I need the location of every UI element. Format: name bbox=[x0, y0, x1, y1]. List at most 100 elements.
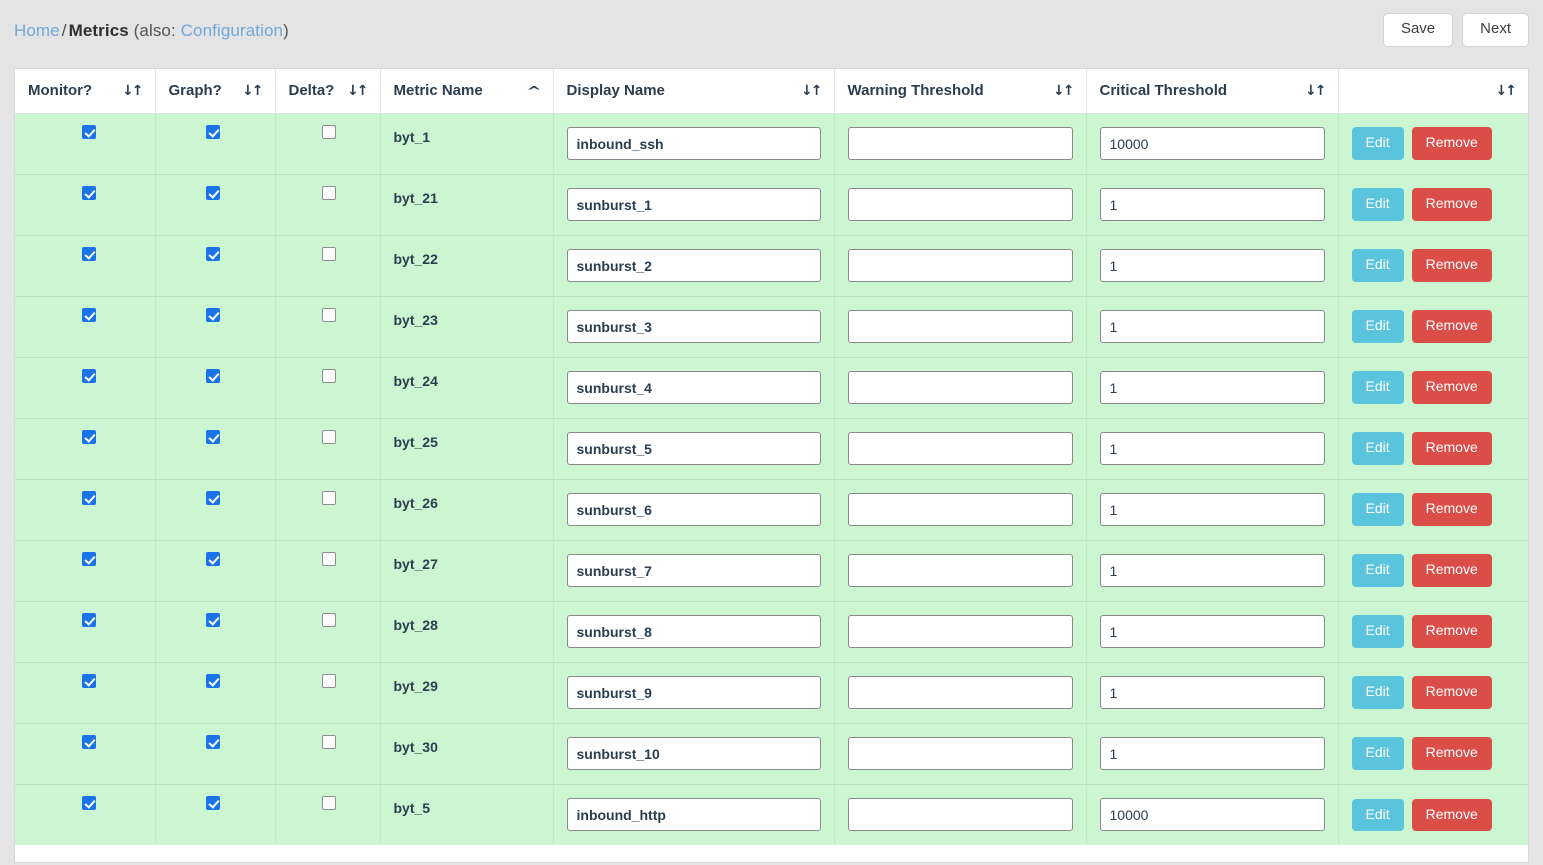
delta-checkbox[interactable] bbox=[321, 124, 336, 139]
delta-checkbox[interactable] bbox=[321, 307, 336, 322]
monitor-checkbox[interactable] bbox=[82, 612, 96, 627]
column-header-metric-name[interactable]: Metric Name ^ bbox=[380, 69, 554, 114]
critical-threshold-input[interactable] bbox=[1099, 432, 1325, 465]
critical-threshold-input[interactable] bbox=[1099, 554, 1325, 587]
edit-button[interactable]: Edit bbox=[1351, 676, 1404, 709]
warning-threshold-input[interactable] bbox=[847, 310, 1073, 343]
column-header-actions[interactable]: ↓↑ bbox=[1338, 69, 1528, 114]
warning-threshold-input[interactable] bbox=[847, 554, 1073, 587]
remove-button[interactable]: Remove bbox=[1411, 127, 1492, 160]
column-header-display-name[interactable]: Display Name ↓↑ bbox=[553, 69, 835, 114]
edit-button[interactable]: Edit bbox=[1351, 249, 1404, 282]
critical-threshold-input[interactable] bbox=[1099, 188, 1325, 221]
graph-checkbox[interactable] bbox=[205, 429, 220, 444]
remove-button[interactable]: Remove bbox=[1411, 249, 1492, 282]
edit-button[interactable]: Edit bbox=[1351, 432, 1404, 465]
delta-checkbox[interactable] bbox=[321, 673, 336, 688]
monitor-checkbox[interactable] bbox=[82, 246, 96, 261]
graph-checkbox[interactable] bbox=[205, 307, 220, 322]
sort-icon[interactable]: ↓↑ bbox=[801, 84, 823, 98]
column-header-warning-threshold[interactable]: Warning Threshold ↓↑ bbox=[834, 69, 1087, 114]
remove-button[interactable]: Remove bbox=[1411, 188, 1492, 221]
remove-button[interactable]: Remove bbox=[1411, 371, 1492, 404]
save-button[interactable]: Save bbox=[1382, 13, 1454, 47]
warning-threshold-input[interactable] bbox=[847, 676, 1073, 709]
graph-checkbox[interactable] bbox=[205, 368, 220, 383]
breadcrumb-link-home[interactable]: Home bbox=[14, 21, 60, 40]
next-button[interactable]: Next bbox=[1462, 13, 1529, 47]
remove-button[interactable]: Remove bbox=[1411, 493, 1492, 526]
edit-button[interactable]: Edit bbox=[1351, 798, 1404, 831]
delta-checkbox[interactable] bbox=[321, 429, 336, 444]
graph-checkbox[interactable] bbox=[205, 124, 220, 139]
graph-checkbox[interactable] bbox=[205, 246, 220, 261]
sort-icon[interactable]: ↓↑ bbox=[347, 84, 369, 98]
critical-threshold-input[interactable] bbox=[1099, 615, 1325, 648]
remove-button[interactable]: Remove bbox=[1411, 310, 1492, 343]
delta-checkbox[interactable] bbox=[321, 490, 336, 505]
remove-button[interactable]: Remove bbox=[1411, 676, 1492, 709]
remove-button[interactable]: Remove bbox=[1411, 554, 1492, 587]
sort-icon[interactable]: ↓↑ bbox=[122, 84, 144, 98]
display-name-input[interactable] bbox=[566, 127, 821, 160]
delta-checkbox[interactable] bbox=[321, 551, 336, 566]
remove-button[interactable]: Remove bbox=[1411, 432, 1492, 465]
graph-checkbox[interactable] bbox=[205, 795, 220, 810]
monitor-checkbox[interactable] bbox=[82, 368, 96, 383]
monitor-checkbox[interactable] bbox=[82, 551, 96, 566]
monitor-checkbox[interactable] bbox=[82, 734, 96, 749]
display-name-input[interactable] bbox=[566, 798, 821, 832]
critical-threshold-input[interactable] bbox=[1099, 798, 1325, 832]
critical-threshold-input[interactable] bbox=[1099, 310, 1325, 343]
delta-checkbox[interactable] bbox=[321, 795, 336, 810]
critical-threshold-input[interactable] bbox=[1099, 127, 1325, 160]
warning-threshold-input[interactable] bbox=[847, 737, 1073, 770]
edit-button[interactable]: Edit bbox=[1351, 188, 1404, 221]
warning-threshold-input[interactable] bbox=[847, 798, 1073, 832]
display-name-input[interactable] bbox=[566, 554, 821, 587]
display-name-input[interactable] bbox=[566, 676, 821, 709]
column-header-critical-threshold[interactable]: Critical Threshold ↓↑ bbox=[1086, 69, 1339, 114]
warning-threshold-input[interactable] bbox=[847, 249, 1073, 282]
breadcrumb-link-configuration[interactable]: Configuration bbox=[181, 21, 283, 40]
delta-checkbox[interactable] bbox=[321, 368, 336, 383]
column-header-graph[interactable]: Graph? ↓↑ bbox=[155, 69, 276, 114]
monitor-checkbox[interactable] bbox=[82, 429, 96, 444]
sort-icon[interactable]: ↓↑ bbox=[1496, 84, 1518, 98]
delta-checkbox[interactable] bbox=[321, 612, 336, 627]
edit-button[interactable]: Edit bbox=[1351, 493, 1404, 526]
display-name-input[interactable] bbox=[566, 188, 821, 221]
delta-checkbox[interactable] bbox=[321, 734, 336, 749]
display-name-input[interactable] bbox=[566, 737, 821, 770]
critical-threshold-input[interactable] bbox=[1099, 676, 1325, 709]
graph-checkbox[interactable] bbox=[205, 185, 220, 200]
column-header-delta[interactable]: Delta? ↓↑ bbox=[275, 69, 381, 114]
critical-threshold-input[interactable] bbox=[1099, 371, 1325, 404]
display-name-input[interactable] bbox=[566, 432, 821, 465]
warning-threshold-input[interactable] bbox=[847, 615, 1073, 648]
graph-checkbox[interactable] bbox=[205, 673, 220, 688]
sort-icon[interactable]: ↓↑ bbox=[1305, 84, 1327, 98]
warning-threshold-input[interactable] bbox=[847, 493, 1073, 526]
graph-checkbox[interactable] bbox=[205, 490, 220, 505]
warning-threshold-input[interactable] bbox=[847, 127, 1073, 160]
critical-threshold-input[interactable] bbox=[1099, 493, 1325, 526]
display-name-input[interactable] bbox=[566, 615, 821, 648]
display-name-input[interactable] bbox=[566, 249, 821, 282]
critical-threshold-input[interactable] bbox=[1099, 249, 1325, 282]
warning-threshold-input[interactable] bbox=[847, 371, 1073, 404]
sort-icon[interactable]: ↓↑ bbox=[242, 84, 264, 98]
critical-threshold-input[interactable] bbox=[1099, 737, 1325, 770]
column-header-monitor[interactable]: Monitor? ↓↑ bbox=[15, 69, 156, 114]
monitor-checkbox[interactable] bbox=[82, 795, 96, 810]
remove-button[interactable]: Remove bbox=[1411, 798, 1492, 831]
edit-button[interactable]: Edit bbox=[1351, 371, 1404, 404]
monitor-checkbox[interactable] bbox=[82, 490, 96, 505]
display-name-input[interactable] bbox=[566, 310, 821, 343]
delta-checkbox[interactable] bbox=[321, 185, 336, 200]
graph-checkbox[interactable] bbox=[205, 734, 220, 749]
delta-checkbox[interactable] bbox=[321, 246, 336, 261]
edit-button[interactable]: Edit bbox=[1351, 737, 1404, 770]
monitor-checkbox[interactable] bbox=[82, 185, 96, 200]
edit-button[interactable]: Edit bbox=[1351, 615, 1404, 648]
